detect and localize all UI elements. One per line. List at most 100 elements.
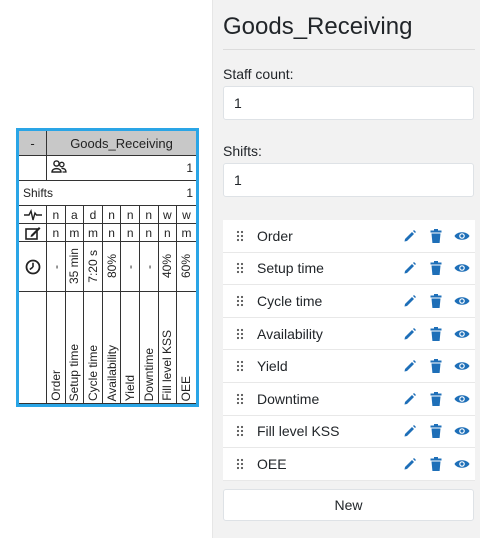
item-actions <box>401 422 471 440</box>
pencil-icon[interactable] <box>401 325 419 343</box>
flag-1-cell: w <box>182 207 191 222</box>
new-button[interactable]: New <box>223 489 474 521</box>
item-actions <box>401 357 471 375</box>
kpi-name-text: Setup time <box>67 343 82 401</box>
flag-1-cell: n <box>121 206 140 223</box>
item-actions <box>401 455 471 473</box>
trash-icon[interactable] <box>427 357 445 375</box>
flag-1-cell: d <box>84 206 103 223</box>
trash-icon[interactable] <box>427 390 445 408</box>
drag-handle-icon[interactable] <box>223 328 257 340</box>
edit-box-icon <box>19 224 47 241</box>
kpi-list-item-label: Cycle time <box>257 292 323 309</box>
flag-1-cell: w <box>159 206 178 223</box>
kpi-value-text: 40% <box>160 254 175 279</box>
trash-icon[interactable] <box>427 422 445 440</box>
eye-icon[interactable] <box>453 227 471 245</box>
trash-icon[interactable] <box>427 292 445 310</box>
kpi-name-cell: Availability <box>103 292 122 403</box>
flag-2-cell: n <box>47 224 66 241</box>
kpi-list-item-label: Availability <box>257 325 323 342</box>
kpi-list-item[interactable]: Fill level KSS <box>223 415 475 449</box>
kpi-list-item[interactable]: Order <box>223 220 475 253</box>
kpi-value-text: 80% <box>104 254 119 279</box>
kpi-name-text: Cycle time <box>85 344 100 401</box>
properties-panel: Goods_Receiving Staff count: 1 Shifts: 1… <box>212 0 480 538</box>
trash-icon[interactable] <box>427 455 445 473</box>
shifts-label: Shifts <box>23 186 54 200</box>
pencil-icon[interactable] <box>401 455 419 473</box>
kpi-value-text: - <box>123 264 138 269</box>
eye-icon[interactable] <box>453 259 471 277</box>
eye-icon[interactable] <box>453 325 471 343</box>
flag-2-cell: m <box>181 225 192 240</box>
shifts-label: Shifts: <box>223 143 262 159</box>
kpi-list-item-label: Downtime <box>257 390 320 407</box>
drag-handle-icon[interactable] <box>223 458 257 470</box>
trash-icon[interactable] <box>427 227 445 245</box>
kpi-name-text: OEE <box>179 375 194 401</box>
kpi-value-text: 60% <box>179 254 194 279</box>
heartbeat-icon <box>19 206 47 223</box>
collapse-button[interactable]: - <box>19 131 47 155</box>
kpi-name-cell: Setup time <box>66 292 85 403</box>
kpi-list-item[interactable]: Cycle time <box>223 285 475 318</box>
drag-handle-icon[interactable] <box>223 230 257 242</box>
eye-icon[interactable] <box>453 390 471 408</box>
kpi-name-cell: Yield <box>121 292 140 403</box>
panel-title: Goods_Receiving <box>223 13 413 40</box>
pencil-icon[interactable] <box>401 292 419 310</box>
flags-row-2: nmmnnnnm <box>19 224 196 242</box>
diagram-canvas[interactable]: - Goods_Receiving 1 Shifts 1 n a d n n n… <box>0 0 212 538</box>
pencil-icon[interactable] <box>401 227 419 245</box>
kpi-list: Order Setup time Cycle time Availability Yie… <box>223 220 475 481</box>
pencil-icon[interactable] <box>401 422 419 440</box>
item-actions <box>401 390 471 408</box>
item-actions <box>401 325 471 343</box>
trash-icon[interactable] <box>427 325 445 343</box>
trash-icon[interactable] <box>427 259 445 277</box>
flag-2-cell: n <box>103 224 122 241</box>
kpi-list-item[interactable]: Setup time <box>223 252 475 286</box>
flags-row-1: nadnnnww <box>19 206 196 224</box>
pencil-icon[interactable] <box>401 357 419 375</box>
kpi-value-cell: 40% <box>159 242 178 291</box>
staff-row: 1 <box>19 156 196 181</box>
shifts-input[interactable]: 1 <box>223 163 474 197</box>
shifts-row: Shifts 1 <box>19 181 196 206</box>
pencil-icon[interactable] <box>401 259 419 277</box>
kpi-value-text: 35 min <box>67 248 82 285</box>
kpi-name-cell: Fill level KSS <box>159 292 178 403</box>
drag-handle-icon[interactable] <box>223 262 257 274</box>
drag-handle-icon[interactable] <box>223 425 257 437</box>
flag-2-cell: m <box>66 224 85 241</box>
eye-icon[interactable] <box>453 292 471 310</box>
divider <box>223 49 475 50</box>
kpi-list-item[interactable]: OEE <box>223 448 475 481</box>
process-box[interactable]: - Goods_Receiving 1 Shifts 1 n a d n n n… <box>16 128 199 407</box>
flag-1-cell: n <box>103 206 122 223</box>
kpi-list-item[interactable]: Availability <box>223 317 475 351</box>
pencil-icon[interactable] <box>401 390 419 408</box>
kpi-value-cell: - <box>47 242 66 291</box>
kpi-value-cell: 7:20 s <box>84 242 103 291</box>
kpi-name-cell: Order <box>47 292 66 403</box>
kpi-value-text: - <box>48 264 63 269</box>
kpi-list-item-label: Setup time <box>257 260 324 277</box>
flag-2-cell: n <box>121 224 140 241</box>
item-actions <box>401 227 471 245</box>
flag-2-cell: n <box>140 224 159 241</box>
drag-handle-icon[interactable] <box>223 393 257 405</box>
eye-icon[interactable] <box>453 422 471 440</box>
drag-handle-icon[interactable] <box>223 360 257 372</box>
eye-icon[interactable] <box>453 455 471 473</box>
staff-count-input[interactable]: 1 <box>223 86 474 120</box>
kpi-list-item[interactable]: Yield <box>223 350 475 383</box>
drag-handle-icon[interactable] <box>223 295 257 307</box>
flag-2-cell: n <box>159 224 178 241</box>
eye-icon[interactable] <box>453 357 471 375</box>
flag-1-cell: n <box>140 206 159 223</box>
values-row: -35 min 7:20 s 80% - -40% 60% <box>19 242 196 292</box>
kpi-list-item[interactable]: Downtime <box>223 382 475 416</box>
staff-count-label: Staff count: <box>223 66 294 82</box>
